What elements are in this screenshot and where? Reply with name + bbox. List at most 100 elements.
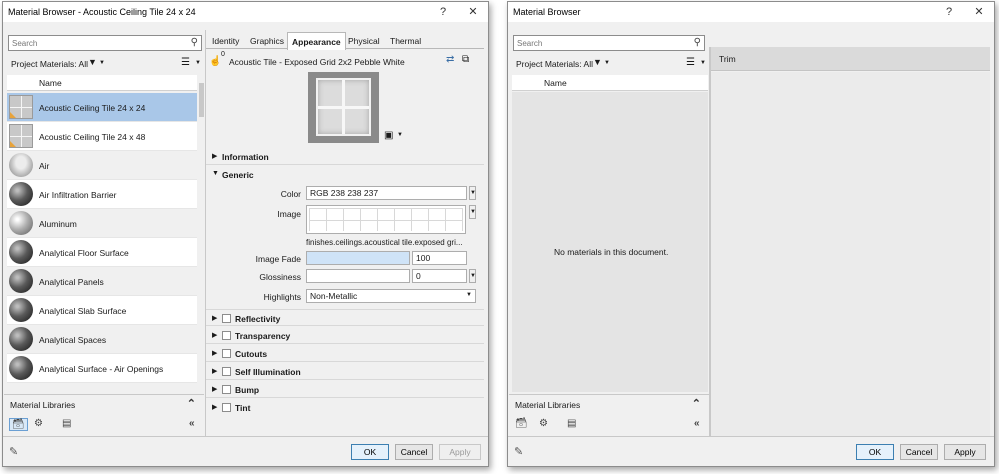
tab-appearance[interactable]: Appearance [287, 32, 346, 50]
ceiling-tile-preview [316, 78, 371, 136]
help-button[interactable]: ? [432, 4, 454, 20]
library-manager-icon[interactable]: 🗃 [9, 418, 28, 431]
cutouts-checkbox[interactable] [222, 349, 231, 358]
section-information[interactable]: ▶ Information [206, 148, 484, 165]
library-manager-icon[interactable]: 🗃 [515, 418, 528, 429]
material-libraries-bar[interactable]: Material Libraries ⌃ [4, 394, 204, 412]
list-item[interactable]: Acoustic Ceiling Tile 24 x 24 [7, 93, 197, 122]
search-input[interactable]: Search ⚲ [513, 35, 705, 51]
apply-button[interactable]: Apply [944, 444, 986, 460]
glossiness-slider[interactable] [306, 269, 410, 283]
list-item[interactable]: Analytical Floor Surface [7, 238, 197, 267]
asset-name: Acoustic Tile - Exposed Grid 2x2 Pebble … [229, 57, 405, 67]
chevron-down-icon[interactable]: ▼ [99, 60, 105, 66]
ceiling-tile-icon [9, 124, 33, 148]
list-item[interactable]: Air Infiltration Barrier [7, 180, 197, 209]
pane-divider[interactable] [709, 47, 711, 436]
filter-icon[interactable]: ▼ [88, 57, 97, 67]
list-header[interactable]: Name [512, 75, 708, 91]
material-libraries-bar[interactable]: Material Libraries ⌃ [509, 394, 709, 412]
image-fade-slider[interactable] [306, 251, 410, 265]
ok-button[interactable]: OK [351, 444, 389, 460]
tab-physical[interactable]: Physical [344, 34, 384, 49]
ok-button[interactable]: OK [856, 444, 894, 460]
highlights-select[interactable]: Non-Metallic ▼ [306, 289, 476, 303]
list-header[interactable]: Name [7, 75, 198, 91]
asset-editor-icon[interactable]: ▤ [567, 418, 576, 429]
chevron-down-icon[interactable]: ▼ [195, 60, 201, 66]
search-placeholder: Search [517, 39, 543, 48]
image-dropdown[interactable]: ▼ [469, 205, 476, 219]
section-reflectivity[interactable]: ▶ Reflectivity [206, 309, 484, 326]
expand-icon: ▶ [212, 315, 218, 322]
section-generic[interactable]: ▼ Generic [206, 166, 484, 183]
filter-icon[interactable]: ▼ [593, 57, 602, 67]
close-button[interactable]: ✕ [968, 4, 990, 20]
sphere-dark-icon [9, 240, 33, 264]
chevron-down-icon: ▼ [466, 292, 472, 298]
collapse-up-icon[interactable]: ⌃ [187, 397, 196, 410]
section-self-illumination[interactable]: ▶ Self Illumination [206, 363, 484, 380]
search-placeholder: Search [12, 39, 38, 48]
project-materials-label[interactable]: Project Materials: All [516, 59, 593, 69]
list-item[interactable]: Aluminum [7, 209, 197, 238]
image-path[interactable]: finishes.ceilings.acoustical tile.expose… [306, 238, 463, 247]
close-button[interactable]: ✕ [462, 4, 484, 20]
chevron-down-icon[interactable]: ▼ [397, 132, 403, 138]
section-tint[interactable]: ▶ Tint [206, 399, 484, 416]
project-materials-bar: Project Materials: All ▼ ▼ ☰ ▼ [4, 55, 204, 72]
search-icon: ⚲ [693, 37, 701, 48]
material-name: Analytical Panels [39, 277, 104, 287]
view-options-icon[interactable]: ☰ [686, 57, 695, 68]
image-thumbnail[interactable] [306, 205, 466, 234]
color-dropdown[interactable]: ▼ [469, 186, 476, 200]
tint-checkbox[interactable] [222, 403, 231, 412]
glossiness-value[interactable]: 0 [412, 269, 467, 283]
list-item[interactable]: Acoustic Ceiling Tile 24 x 48 [7, 122, 197, 151]
collapse-left-icon[interactable]: « [189, 418, 195, 429]
search-input[interactable]: Search ⚲ [8, 35, 202, 51]
list-item[interactable]: Air [7, 151, 197, 180]
create-material-icon[interactable]: ⚙ [539, 418, 548, 429]
section-transparency[interactable]: ▶ Transparency [206, 327, 484, 344]
list-item[interactable]: Analytical Spaces [7, 325, 197, 354]
glossiness-dropdown[interactable]: ▼ [469, 269, 476, 283]
list-item[interactable]: Analytical Panels [7, 267, 197, 296]
chevron-down-icon[interactable]: ▼ [700, 60, 706, 66]
help-button[interactable]: ? [938, 4, 960, 20]
report-icon[interactable]: ✎ [514, 445, 523, 458]
scrollbar-thumb[interactable] [199, 83, 204, 117]
reflectivity-checkbox[interactable] [222, 314, 231, 323]
dialog-footer: ✎ OK Cancel Apply [3, 436, 488, 466]
project-materials-label[interactable]: Project Materials: All [11, 59, 88, 69]
tab-thermal[interactable]: Thermal [386, 34, 425, 49]
bump-checkbox[interactable] [222, 385, 231, 394]
create-material-icon[interactable]: ⚙ [34, 418, 43, 429]
report-icon[interactable]: ✎ [9, 445, 18, 458]
cancel-button[interactable]: Cancel [900, 444, 938, 460]
list-item[interactable]: Analytical Surface - Air Openings [7, 354, 197, 383]
tab-graphics[interactable]: Graphics [246, 34, 288, 49]
tab-identity[interactable]: Identity [208, 34, 243, 49]
self-illumination-checkbox[interactable] [222, 367, 231, 376]
view-options-icon[interactable]: ☰ [181, 57, 190, 68]
preview-options-icon[interactable]: ▣ [384, 130, 393, 141]
title-bar: Material Browser - Acoustic Ceiling Tile… [3, 2, 488, 22]
material-name: Air Infiltration Barrier [39, 190, 117, 200]
duplicate-asset-icon[interactable]: ⧉ [462, 54, 469, 65]
chevron-down-icon[interactable]: ▼ [604, 60, 610, 66]
color-field[interactable]: RGB 238 238 237 [306, 186, 467, 200]
replace-asset-icon[interactable]: ⇄ [446, 54, 454, 65]
sphere-dark-icon [9, 182, 33, 206]
apply-button[interactable]: Apply [439, 444, 481, 460]
transparency-checkbox[interactable] [222, 331, 231, 340]
cancel-button[interactable]: Cancel [395, 444, 433, 460]
image-fade-value[interactable]: 100 [412, 251, 467, 265]
material-browser-dialog: Material Browser ? ✕ Search ⚲ Project Ma… [507, 1, 995, 467]
section-bump[interactable]: ▶ Bump [206, 381, 484, 398]
collapse-up-icon[interactable]: ⌃ [692, 397, 701, 410]
list-item[interactable]: Analytical Slab Surface [7, 296, 197, 325]
section-cutouts[interactable]: ▶ Cutouts [206, 345, 484, 362]
collapse-left-icon[interactable]: « [694, 418, 700, 429]
asset-editor-icon[interactable]: ▤ [62, 418, 71, 429]
